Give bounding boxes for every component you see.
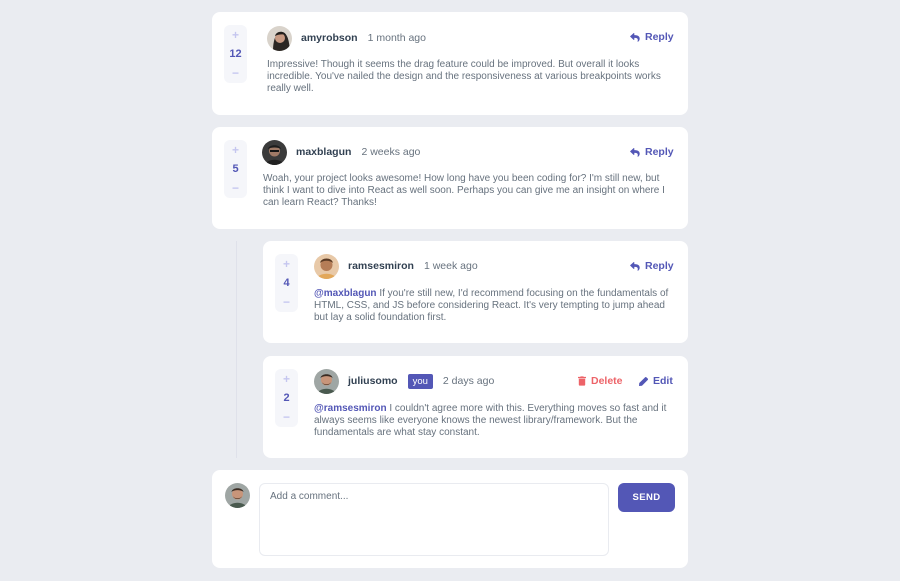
reply-button[interactable]: Reply (630, 146, 674, 158)
reply-label: Reply (645, 260, 674, 272)
comment-header: amyrobson 1 month ago (267, 25, 426, 51)
reply-card: + 4 − ramsesmiron 1 week ago Reply @maxb… (263, 241, 688, 343)
reply-button[interactable]: Reply (630, 260, 674, 272)
reply-icon (630, 261, 640, 271)
send-button[interactable]: SEND (618, 483, 675, 512)
mention-link[interactable]: @maxblagun (314, 288, 377, 299)
timestamp: 1 week ago (423, 260, 478, 272)
reply-label: Reply (645, 31, 674, 43)
upvote-button[interactable]: + (232, 28, 239, 42)
score: 2 (283, 392, 290, 404)
mention-link[interactable]: @ramsesmiron (314, 403, 387, 414)
comment-text: @ramsesmiron I couldn't agree more with … (314, 403, 680, 440)
upvote-button[interactable]: + (232, 143, 239, 157)
reply-card: + 2 − juliusomo you 2 days ago Delete Ed… (263, 356, 688, 458)
comment-header: ramsesmiron 1 week ago (314, 253, 478, 279)
vote-widget: + 4 − (275, 254, 298, 312)
score: 4 (283, 277, 290, 289)
timestamp: 2 weeks ago (361, 146, 421, 158)
reply-icon (630, 32, 640, 42)
downvote-button[interactable]: − (283, 295, 290, 309)
thread-line (236, 241, 237, 458)
downvote-button[interactable]: − (232, 66, 239, 80)
upvote-button[interactable]: + (283, 372, 290, 386)
comment-input[interactable]: Add a comment... (259, 483, 609, 556)
username[interactable]: ramsesmiron (348, 260, 414, 272)
vote-widget: + 5 − (224, 140, 247, 198)
username[interactable]: juliusomo (348, 375, 398, 387)
username[interactable]: amyrobson (301, 32, 358, 44)
upvote-button[interactable]: + (283, 257, 290, 271)
avatar (314, 368, 339, 394)
delete-label: Delete (591, 375, 623, 387)
pencil-icon (639, 376, 648, 386)
reply-label: Reply (645, 146, 674, 158)
downvote-button[interactable]: − (232, 181, 239, 195)
trash-icon (578, 376, 586, 386)
vote-widget: + 2 − (275, 369, 298, 427)
timestamp: 2 days ago (442, 375, 495, 387)
downvote-button[interactable]: − (283, 410, 290, 424)
avatar (314, 253, 339, 279)
delete-button[interactable]: Delete (578, 375, 623, 387)
score: 12 (229, 48, 242, 60)
edit-label: Edit (653, 375, 673, 387)
current-user-avatar (225, 483, 250, 508)
username[interactable]: maxblagun (296, 146, 351, 158)
reply-icon (630, 147, 640, 157)
comment-header: maxblagun 2 weeks ago (262, 139, 420, 165)
avatar (262, 139, 287, 165)
vote-widget: + 12 − (224, 25, 247, 83)
edit-button[interactable]: Edit (639, 375, 673, 387)
comment-text: Impressive! Though it seems the drag fea… (267, 59, 661, 95)
avatar (267, 25, 292, 51)
comment-placeholder: Add a comment... (270, 491, 349, 502)
comment-card: + 12 − amyrobson 1 month ago Reply Impre… (212, 12, 688, 115)
comment-card: + 5 − maxblagun 2 weeks ago Reply Woah, … (212, 127, 688, 229)
you-badge: you (407, 373, 433, 389)
timestamp: 1 month ago (367, 32, 426, 44)
reply-button[interactable]: Reply (630, 31, 674, 43)
comment-text: @maxblagun If you're still new, I'd reco… (314, 288, 680, 325)
comment-text: Woah, your project looks awesome! How lo… (263, 173, 665, 209)
score: 5 (232, 163, 239, 175)
comment-header: juliusomo you 2 days ago (314, 368, 494, 394)
